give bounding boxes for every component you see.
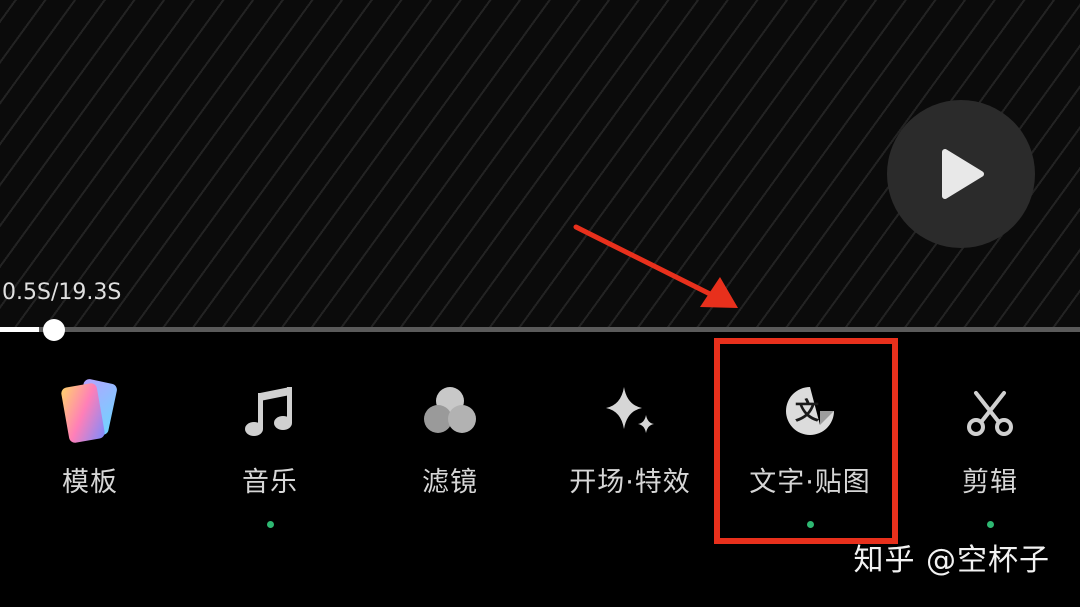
tool-opening-effects[interactable]: 开场·特效 [540, 360, 720, 530]
progress-fill [0, 327, 40, 332]
play-button[interactable] [887, 100, 1035, 248]
progress-knob[interactable] [43, 319, 66, 341]
playback-time: 0.5S/19.3S [2, 280, 122, 305]
sparkle-icon [606, 387, 654, 433]
tool-music[interactable]: 音乐 [180, 360, 360, 530]
bottom-toolbar: 模板 音乐 滤镜 开场·特效 文 文字·贴图 剪辑 [0, 360, 1080, 540]
progress-bar[interactable] [0, 319, 1080, 341]
tool-filter[interactable]: 滤镜 [360, 360, 540, 530]
annotation-arrow [560, 215, 760, 329]
scissors-icon [967, 391, 1013, 436]
tool-label: 开场·特效 [569, 467, 691, 498]
music-note-icon [245, 387, 292, 436]
tool-label: 滤镜 [422, 467, 478, 498]
annotation-highlight-box [714, 338, 898, 544]
tool-label: 音乐 [242, 467, 298, 498]
status-dot [266, 521, 274, 528]
play-icon [942, 149, 984, 199]
template-cards-icon [61, 379, 117, 443]
tool-label: 模板 [62, 467, 118, 498]
tool-template[interactable]: 模板 [0, 360, 180, 530]
tool-edit[interactable]: 剪辑 [900, 360, 1080, 530]
tool-label: 剪辑 [962, 467, 1018, 498]
filter-circles-icon [424, 387, 476, 433]
status-dot [986, 521, 994, 528]
watermark: 知乎 @空杯子 [853, 543, 1050, 578]
